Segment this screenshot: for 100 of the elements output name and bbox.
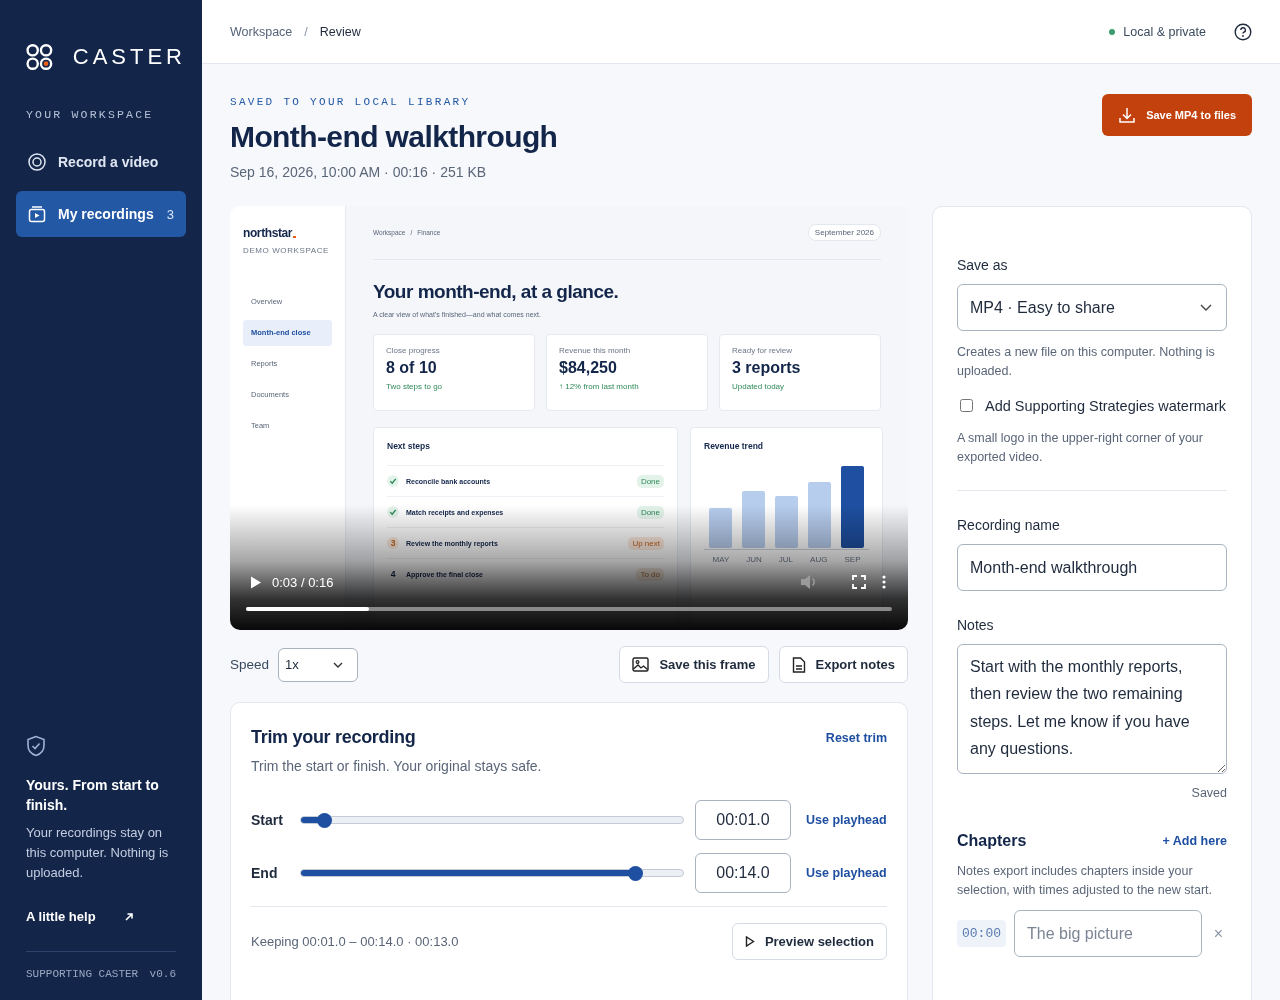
chapter-time: 00:00	[957, 920, 1006, 947]
fullscreen-icon[interactable]	[852, 575, 866, 589]
breadcrumb-link[interactable]: Review	[319, 24, 361, 39]
document-icon	[791, 656, 806, 673]
help-text: A small logo in the upper-right corner of your exported video.	[957, 430, 1204, 466]
chevron-down-icon	[333, 661, 344, 668]
video-library-icon	[28, 205, 46, 223]
section-title: Chapters	[957, 832, 1027, 850]
field-label: Save as	[957, 257, 1009, 273]
month-label: JUL	[778, 555, 794, 564]
chart-bar	[709, 508, 732, 548]
trim-label: End	[251, 865, 279, 881]
month-label: SEP	[844, 555, 861, 564]
reset-trim-link[interactable]: Reset trim	[825, 730, 887, 745]
add-chapter-link[interactable]: + Add here	[1162, 834, 1227, 848]
stat-note: ↑ 12% from last month	[559, 382, 640, 391]
count-label: 3	[166, 206, 174, 222]
use-playhead-link[interactable]: Use playhead	[806, 866, 887, 880]
card-title: Trim your recording	[251, 727, 416, 748]
brand-name: northstar	[243, 226, 293, 240]
field-label: Notes	[957, 617, 995, 633]
stat-note: Two steps to go	[386, 382, 444, 391]
recording-title: Month-end walkthrough	[230, 120, 558, 154]
stat-value: 8 of 10	[386, 359, 438, 377]
checkbox-label: Add Supporting Strategies watermark	[985, 397, 1226, 416]
chapter-title-field[interactable]: The big picture	[1014, 910, 1202, 957]
promo-title: Yours. From start to finish.	[26, 776, 160, 815]
time-label: 0:03 / 0:16	[272, 574, 334, 590]
field-label: Recording name	[957, 517, 1061, 533]
workspace-label: DEMO WORKSPACE	[243, 246, 331, 255]
use-playhead-link[interactable]: Use playhead	[806, 813, 887, 827]
stat-label: Close progress	[386, 346, 441, 355]
breadcrumb-separator: /	[304, 24, 308, 39]
speed-select[interactable]: 1x	[278, 647, 359, 682]
footer-label: SUPPORTING CASTER	[26, 968, 139, 980]
brand-name: CASTER	[72, 44, 186, 70]
stat-note: Updated today	[732, 382, 786, 391]
speed-label: Speed	[230, 657, 270, 672]
chart-bar	[775, 496, 798, 548]
stat-value: 3 reports	[732, 359, 802, 377]
section-label: YOUR WORKSPACE	[26, 108, 155, 121]
month-label: MAY	[712, 555, 730, 564]
month-label: AUG	[810, 555, 828, 564]
check-icon	[387, 475, 399, 487]
help-link[interactable]: A little help	[26, 909, 134, 924]
export-notes-button[interactable]: Export notes	[778, 646, 908, 683]
version-label: v0.6	[149, 968, 176, 980]
status-tag: Done	[636, 474, 664, 488]
download-icon	[1118, 106, 1137, 124]
step-number: 4	[387, 568, 399, 580]
format-select[interactable]: MP4 · Easy to share	[957, 284, 1227, 331]
status-tag: Up next	[628, 536, 664, 550]
breadcrumb-link[interactable]: Workspace	[230, 24, 293, 39]
record-icon	[28, 153, 46, 171]
more-icon[interactable]	[882, 575, 886, 589]
card-title: Next steps	[387, 441, 431, 451]
chart-bar	[742, 491, 765, 548]
shield-check-icon	[26, 735, 46, 757]
period-pill: September 2026	[807, 224, 881, 241]
external-arrow-icon	[123, 911, 134, 922]
time-field[interactable]: 00:01.0	[695, 800, 791, 840]
progress-track[interactable]	[246, 607, 892, 611]
play-icon[interactable]	[250, 575, 262, 589]
nav-item[interactable]: Record a video	[16, 139, 186, 185]
promo-text: Your recordings stay on this computer. Nothing is uploaded.	[26, 824, 170, 882]
status-label: Local & private	[1123, 24, 1206, 39]
nav-item[interactable]: My recordings 3	[16, 191, 186, 237]
watermark-checkbox[interactable]	[960, 399, 973, 412]
recording-name-field[interactable]: Month-end walkthrough	[957, 544, 1227, 591]
help-text: Creates a new file on this computer. Nothing is uploaded.	[957, 344, 1216, 380]
status-tag: Done	[636, 505, 664, 519]
slider-thumb[interactable]	[317, 812, 333, 828]
check-icon	[387, 506, 399, 518]
card-subtitle: Trim the start or finish. Your original stays safe.	[251, 758, 543, 774]
chevron-down-icon	[1200, 304, 1212, 311]
stat-label: Ready for review	[732, 346, 794, 355]
card-title: Revenue trend	[704, 441, 765, 451]
recording-meta: Sep 16, 2026, 10:00 AM · 00:16 · 251 KB	[230, 164, 488, 180]
save-frame-button[interactable]: Save this frame	[619, 646, 769, 683]
time-field[interactable]: 00:14.0	[695, 853, 791, 893]
help-icon[interactable]	[1234, 22, 1252, 41]
slider-thumb[interactable]	[627, 865, 643, 881]
stat-value: $84,250	[559, 359, 618, 377]
notes-field[interactable]: Start with the monthly reports, then review the two remaining steps. Let me know if you have any questions.	[957, 644, 1227, 774]
preview-button[interactable]: Preview selection	[731, 923, 887, 960]
status-dot-icon	[1109, 28, 1116, 35]
save-button[interactable]: Save MP4 to files	[1102, 94, 1252, 136]
save-status: Saved	[1190, 786, 1227, 800]
image-icon	[632, 657, 650, 672]
month-label: JUN	[746, 555, 762, 564]
step-number: 3	[387, 537, 399, 549]
selection-summary: Keeping 00:01.0 – 00:14.0 · 00:13.0	[251, 934, 459, 949]
volume-icon[interactable]	[800, 574, 818, 590]
chart-bar	[808, 482, 831, 548]
stat-label: Revenue this month	[559, 346, 632, 355]
help-text: Notes export includes chapters inside your selection, with times adjusted to the new start.	[957, 863, 1213, 899]
eyebrow-label: SAVED TO YOUR LOCAL LIBRARY	[230, 96, 472, 108]
play-icon	[744, 936, 755, 947]
trim-label: Start	[251, 812, 284, 828]
dashboard-heading: Your month-end, at a glance.	[373, 281, 620, 303]
